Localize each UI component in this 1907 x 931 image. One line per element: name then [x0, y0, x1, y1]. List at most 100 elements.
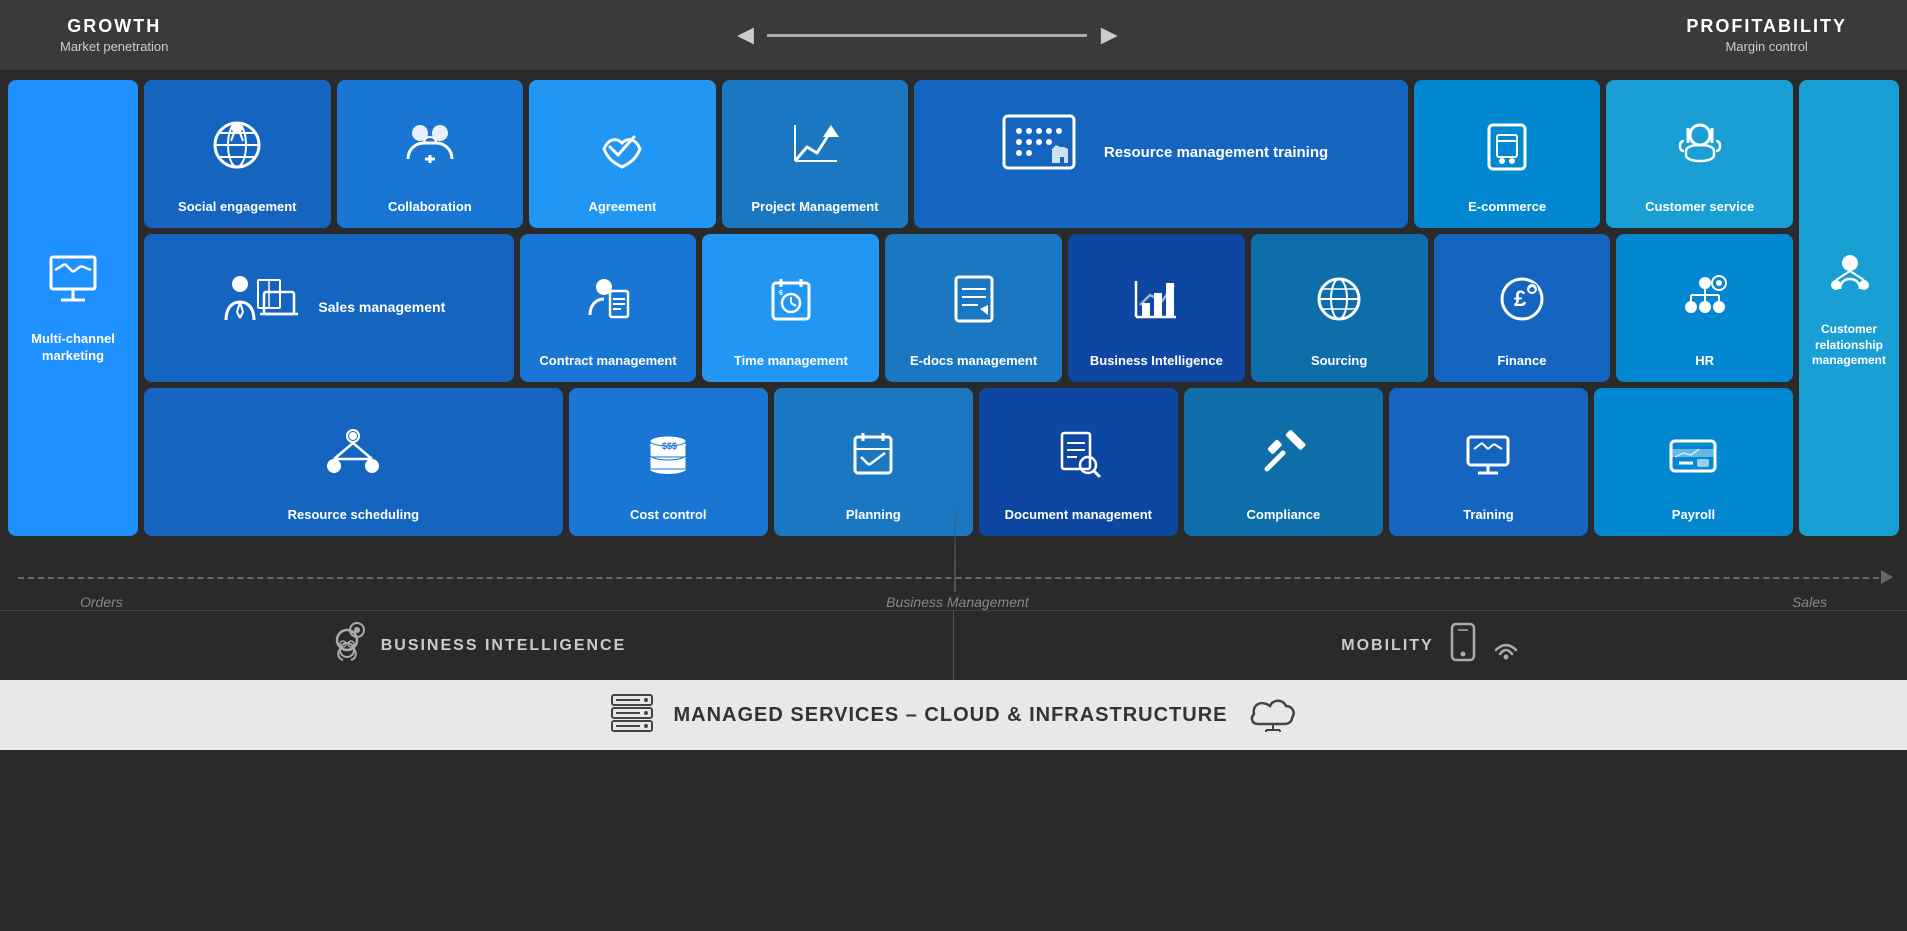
tile-training[interactable]: Training: [1389, 388, 1588, 536]
tile-agreement[interactable]: Agreement: [529, 80, 716, 228]
tile-payroll[interactable]: Payroll: [1594, 388, 1793, 536]
planning-label: Planning: [846, 507, 901, 524]
profitability-subtitle: Margin control: [1686, 39, 1847, 54]
bottom-arrow-section: Orders Business Management Sales: [0, 546, 1907, 606]
resource-management-training-label: Resource management training: [1104, 143, 1328, 163]
cost-control-icon: $$$: [642, 398, 694, 507]
tile-edocs-management[interactable]: E-docs management: [885, 234, 1062, 382]
time-management-label: Time management: [734, 353, 848, 370]
bi-section: BUSINESS INTELLIGENCE: [0, 611, 954, 680]
tile-project-management[interactable]: Project Management: [722, 80, 909, 228]
bi-mobility-bar: BUSINESS INTELLIGENCE MOBILITY: [0, 610, 1907, 680]
tile-ecommerce[interactable]: E-commerce: [1414, 80, 1601, 228]
right-panel-crm: Customer relationship management: [1799, 80, 1899, 536]
training-icon: [1462, 398, 1514, 507]
finance-label: Finance: [1497, 353, 1546, 370]
business-management-label: Business Management: [886, 594, 1028, 610]
time-management-icon: 6: [765, 244, 817, 353]
mobility-section: MOBILITY: [954, 611, 1907, 680]
cloud-icon: [1248, 694, 1298, 737]
multichannel-label: Multi-channel marketing: [18, 331, 128, 365]
tile-sales-management[interactable]: Sales management: [144, 234, 514, 382]
cost-control-label: Cost control: [630, 507, 707, 524]
project-management-label: Project Management: [751, 199, 878, 216]
payroll-icon: [1667, 398, 1719, 507]
tile-sourcing[interactable]: Sourcing: [1251, 234, 1428, 382]
tile-resource-management-training[interactable]: Resource management training: [914, 80, 1408, 228]
multichannel-icon: [43, 252, 103, 319]
payroll-label: Payroll: [1672, 507, 1715, 524]
ecommerce-label: E-commerce: [1468, 199, 1546, 216]
top-header: GROWTH Market penetration ◄ ► PROFITABIL…: [0, 0, 1907, 70]
tile-finance[interactable]: £ Finance: [1434, 234, 1611, 382]
bi-label: BUSINESS INTELLIGENCE: [381, 637, 627, 655]
resource-training-icon: [994, 111, 1084, 196]
finance-icon: £: [1496, 244, 1548, 353]
tile-document-management[interactable]: Document management: [979, 388, 1178, 536]
planning-icon: [847, 398, 899, 507]
agreement-label: Agreement: [588, 199, 656, 216]
edocs-management-label: E-docs management: [910, 353, 1037, 370]
svg-text:£: £: [1514, 286, 1527, 311]
svg-text:$$$: $$$: [662, 441, 677, 451]
customer-service-label: Customer service: [1645, 199, 1754, 216]
main-content: Multi-channel marketing: [0, 70, 1907, 546]
agreement-icon: [596, 90, 648, 199]
hr-label: HR: [1695, 353, 1714, 370]
arrow-right-icon: ►: [1095, 19, 1123, 51]
project-management-icon: [789, 90, 841, 199]
arrow-line: [767, 34, 1087, 37]
business-intelligence-label: Business Intelligence: [1090, 353, 1223, 370]
hr-icon: [1679, 244, 1731, 353]
resource-scheduling-label: Resource scheduling: [288, 507, 419, 524]
tile-social-engagement[interactable]: Social engagement: [144, 80, 331, 228]
sales-management-icon: [212, 270, 302, 345]
left-panel-multichannel: Multi-channel marketing: [8, 80, 138, 536]
mobility-label: MOBILITY: [1341, 637, 1433, 655]
tile-business-intelligence[interactable]: Business Intelligence: [1068, 234, 1245, 382]
document-management-icon: [1052, 398, 1104, 507]
social-engagement-label: Social engagement: [178, 199, 296, 216]
crm-icon: [1822, 247, 1877, 312]
document-management-label: Document management: [1005, 507, 1152, 524]
tile-compliance[interactable]: Compliance: [1184, 388, 1383, 536]
growth-subtitle: Market penetration: [60, 39, 168, 54]
edocs-management-icon: [948, 244, 1000, 353]
center-grid: Social engagement Collaboration: [144, 80, 1793, 536]
managed-services-label: MANAGED SERVICES – CLOUD & INFRASTRUCTUR…: [674, 704, 1228, 727]
grid-row-1: Social engagement Collaboration: [144, 80, 1793, 228]
growth-title: GROWTH: [60, 16, 168, 37]
server-icon: [610, 691, 654, 740]
tile-collaboration[interactable]: Collaboration: [337, 80, 524, 228]
tile-cost-control[interactable]: $$$ Cost control: [569, 388, 768, 536]
profitability-title: PROFITABILITY: [1686, 16, 1847, 37]
header-arrow: ◄ ►: [732, 19, 1123, 51]
mobile-icon: [1448, 622, 1478, 670]
collaboration-label: Collaboration: [388, 199, 472, 216]
grid-row-2: Sales management Contract management: [144, 234, 1793, 382]
collaboration-icon: [404, 90, 456, 199]
resource-scheduling-icon: [322, 398, 384, 507]
arrow-left-icon: ◄: [732, 19, 760, 51]
social-engagement-icon: [211, 90, 263, 199]
sales-management-label: Sales management: [318, 298, 445, 316]
sourcing-icon: [1313, 244, 1365, 353]
wifi-icon: [1492, 632, 1520, 660]
sales-label: Sales: [1792, 594, 1827, 610]
tile-customer-service[interactable]: Customer service: [1606, 80, 1793, 228]
customer-service-icon: [1674, 90, 1726, 199]
growth-section: GROWTH Market penetration: [60, 16, 168, 54]
tile-planning[interactable]: Planning: [774, 388, 973, 536]
brain-icon: [327, 622, 367, 670]
tile-contract-management[interactable]: Contract management: [520, 234, 697, 382]
managed-services-bar: MANAGED SERVICES – CLOUD & INFRASTRUCTUR…: [0, 680, 1907, 750]
ecommerce-icon: [1481, 90, 1533, 199]
grid-row-3: Resource scheduling $$$ Cos: [144, 388, 1793, 536]
compliance-icon: [1257, 398, 1309, 507]
compliance-label: Compliance: [1247, 507, 1321, 524]
tile-time-management[interactable]: 6 Time management: [702, 234, 879, 382]
tile-hr[interactable]: HR: [1616, 234, 1793, 382]
business-intelligence-icon: [1130, 244, 1182, 353]
contract-management-label: Contract management: [539, 353, 676, 370]
tile-resource-scheduling[interactable]: Resource scheduling: [144, 388, 563, 536]
